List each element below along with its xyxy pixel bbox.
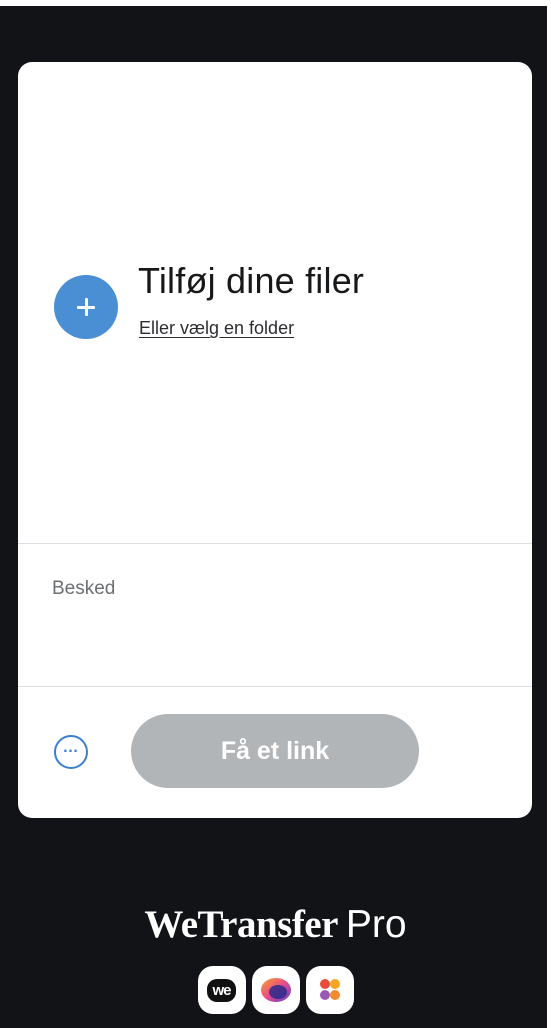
collect-logo-icon <box>260 978 291 1002</box>
wetransfer-app-icon: we <box>197 966 246 1014</box>
app-icons-row: we <box>0 966 551 1014</box>
plus-icon <box>77 298 95 316</box>
brand-suffix: Pro <box>345 903 407 946</box>
more-options-button[interactable]: … <box>54 735 88 769</box>
collect-app-icon <box>251 966 300 1014</box>
brand-logo: WeTransfer Pro <box>0 902 551 947</box>
message-field[interactable] <box>52 574 492 604</box>
wetransfer-upload-page: Tilføj dine filer Eller vælg en folder …… <box>0 0 551 1028</box>
message-zone <box>18 544 532 686</box>
paste-app-icon <box>305 966 354 1014</box>
card-footer: … Få et link <box>18 687 532 818</box>
top-white-strip <box>0 0 551 6</box>
right-white-edge <box>547 0 551 1028</box>
get-link-button[interactable]: Få et link <box>131 714 419 788</box>
select-folder-link[interactable]: Eller vælg en folder <box>139 318 294 339</box>
add-files-zone[interactable]: Tilføj dine filer Eller vælg en folder <box>18 62 532 543</box>
brand-name: WeTransfer <box>144 903 338 946</box>
we-logo-text: we <box>207 978 236 1002</box>
upload-card: Tilføj dine filer Eller vælg en folder …… <box>18 62 532 818</box>
more-horizontal-icon: … <box>62 739 80 756</box>
add-files-title: Tilføj dine filer <box>138 260 365 301</box>
paste-logo-icon <box>315 976 344 1004</box>
add-files-button[interactable] <box>54 275 118 339</box>
